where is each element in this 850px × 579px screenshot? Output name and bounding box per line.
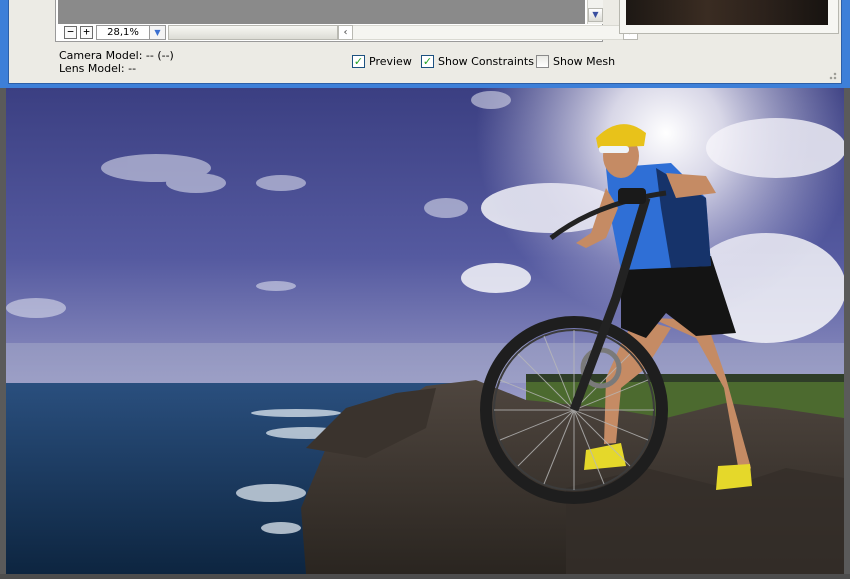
- scroll-down-icon[interactable]: ▼: [588, 8, 603, 22]
- camera-model-label: Camera Model: -- (--): [59, 49, 174, 62]
- adaptive-wide-angle-dialog: ▼ − + 28,1% ▼ ‹ › Camera Model: -- (--) …: [8, 0, 842, 84]
- photo-canvas[interactable]: [6, 88, 844, 574]
- horizontal-scroll-track[interactable]: [353, 25, 623, 40]
- show-constraints-label: Show Constraints: [438, 54, 534, 68]
- preview-checkbox[interactable]: ✓ Preview: [352, 53, 412, 69]
- show-mesh-checkbox[interactable]: ✓ Show Mesh: [536, 53, 615, 69]
- shoe-icon: [716, 464, 752, 490]
- dialog-window-frame: ▼ − + 28,1% ▼ ‹ › Camera Model: -- (--) …: [0, 0, 850, 88]
- checkmark-icon[interactable]: ✓: [352, 54, 365, 68]
- vertical-scrollbar[interactable]: ▼: [587, 0, 603, 24]
- preview-panel: ▼ − + 28,1% ▼ ‹ ›: [55, 0, 638, 42]
- zoom-out-button[interactable]: −: [64, 26, 77, 39]
- preview-image-area[interactable]: [58, 0, 585, 24]
- lens-model-label: Lens Model: --: [59, 62, 137, 75]
- canvas-border-right: [844, 88, 850, 574]
- zoom-row: − + 28,1% ▼ ‹ ›: [58, 25, 638, 40]
- show-mesh-label: Show Mesh: [553, 54, 616, 68]
- scroll-left-icon[interactable]: ‹: [338, 25, 353, 40]
- checkmark-icon[interactable]: ✓: [421, 54, 434, 68]
- thumbnail-image: [626, 0, 828, 25]
- zoom-dropdown-icon[interactable]: ▼: [150, 25, 166, 40]
- checkbox-empty-icon[interactable]: ✓: [536, 54, 549, 68]
- zoom-in-button[interactable]: +: [80, 26, 93, 39]
- horizontal-scroll-thumb[interactable]: [168, 25, 338, 40]
- canvas-border-bottom: [0, 574, 850, 579]
- resize-grip-icon[interactable]: [827, 70, 837, 80]
- biker-photo-illustration: [6, 88, 844, 574]
- preview-checkbox-label: Preview: [369, 54, 412, 68]
- show-constraints-checkbox[interactable]: ✓ Show Constraints: [421, 53, 534, 69]
- zoom-level-field[interactable]: 28,1%: [96, 25, 150, 40]
- thumbnail-panel: [619, 0, 839, 34]
